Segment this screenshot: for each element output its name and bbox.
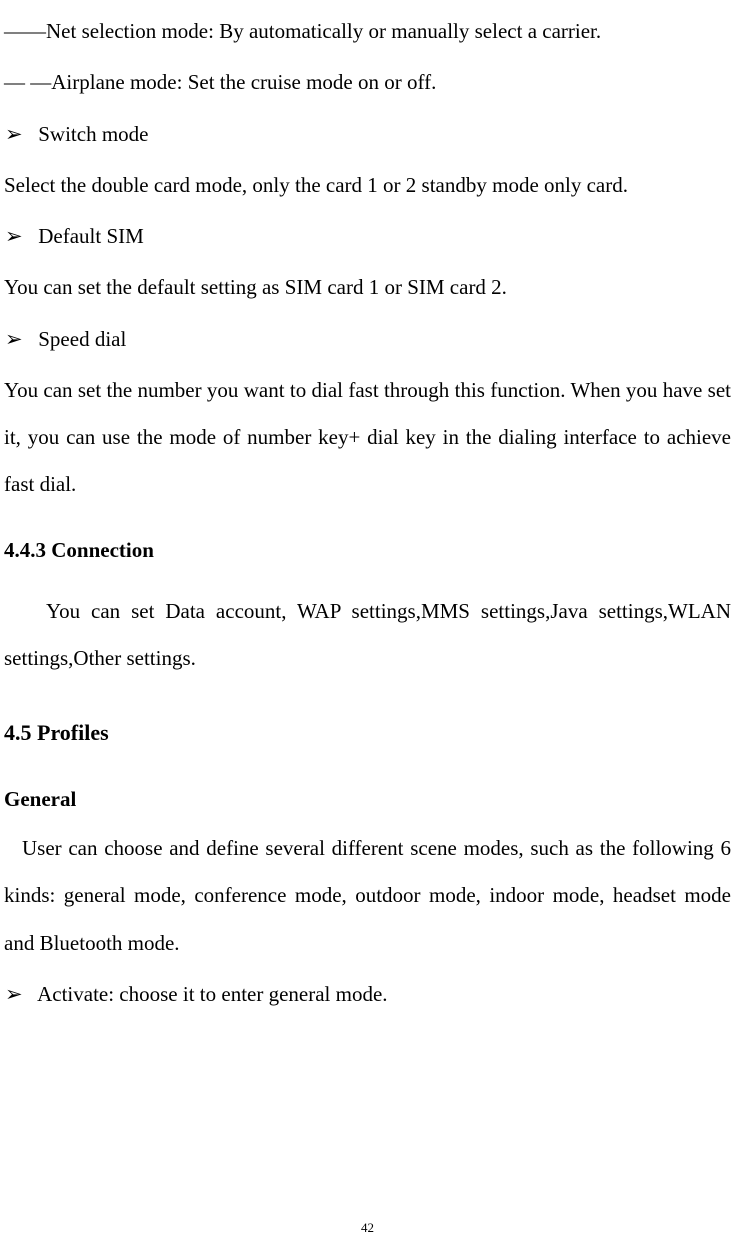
page-number: 42 — [0, 1221, 735, 1234]
arrow-icon: ➢ — [5, 213, 33, 260]
text-connection-body: You can set Data account, WAP settings,M… — [4, 599, 731, 670]
body-default-sim: You can set the default setting as SIM c… — [4, 264, 731, 311]
text-net-selection: ——Net selection mode: By automatically o… — [4, 19, 601, 43]
list-item-net-selection: ——Net selection mode: By automatically o… — [4, 8, 731, 55]
body-connection: You can set Data account, WAP settings,M… — [4, 588, 731, 683]
bullet-default-sim: ➢ Default SIM — [4, 213, 731, 260]
heading-profiles-text: 4.5 Profiles — [4, 720, 109, 745]
bullet-label-default-sim: Default SIM — [38, 224, 144, 248]
heading-connection: 4.4.3 Connection — [4, 527, 731, 574]
text-speed-dial-body: You can set the number you want to dial … — [4, 378, 731, 497]
heading-profiles: 4.5 Profiles — [4, 708, 731, 758]
body-general: User can choose and define several diffe… — [4, 825, 731, 967]
subheading-general: General — [4, 776, 731, 823]
arrow-icon: ➢ — [5, 971, 33, 1018]
text-airplane-mode: — —Airplane mode: Set the cruise mode on… — [4, 70, 436, 94]
bullet-label-switch-mode: Switch mode — [38, 122, 148, 146]
bullet-label-activate: Activate: choose it to enter general mod… — [37, 982, 387, 1006]
bullet-activate: ➢ Activate: choose it to enter general m… — [4, 971, 731, 1018]
bullet-label-speed-dial: Speed dial — [38, 327, 126, 351]
text-general-body: User can choose and define several diffe… — [4, 836, 731, 955]
body-switch-mode: Select the double card mode, only the ca… — [4, 162, 731, 209]
list-item-airplane-mode: — —Airplane mode: Set the cruise mode on… — [4, 59, 731, 106]
bullet-speed-dial: ➢ Speed dial — [4, 316, 731, 363]
text-switch-mode-body: Select the double card mode, only the ca… — [4, 173, 628, 197]
body-speed-dial: You can set the number you want to dial … — [4, 367, 731, 509]
bullet-switch-mode: ➢ Switch mode — [4, 111, 731, 158]
subheading-general-text: General — [4, 787, 76, 811]
arrow-icon: ➢ — [5, 111, 33, 158]
arrow-icon: ➢ — [5, 316, 33, 363]
heading-connection-text: 4.4.3 Connection — [4, 538, 154, 562]
page-number-text: 42 — [361, 1220, 374, 1235]
text-default-sim-body: You can set the default setting as SIM c… — [4, 275, 507, 299]
